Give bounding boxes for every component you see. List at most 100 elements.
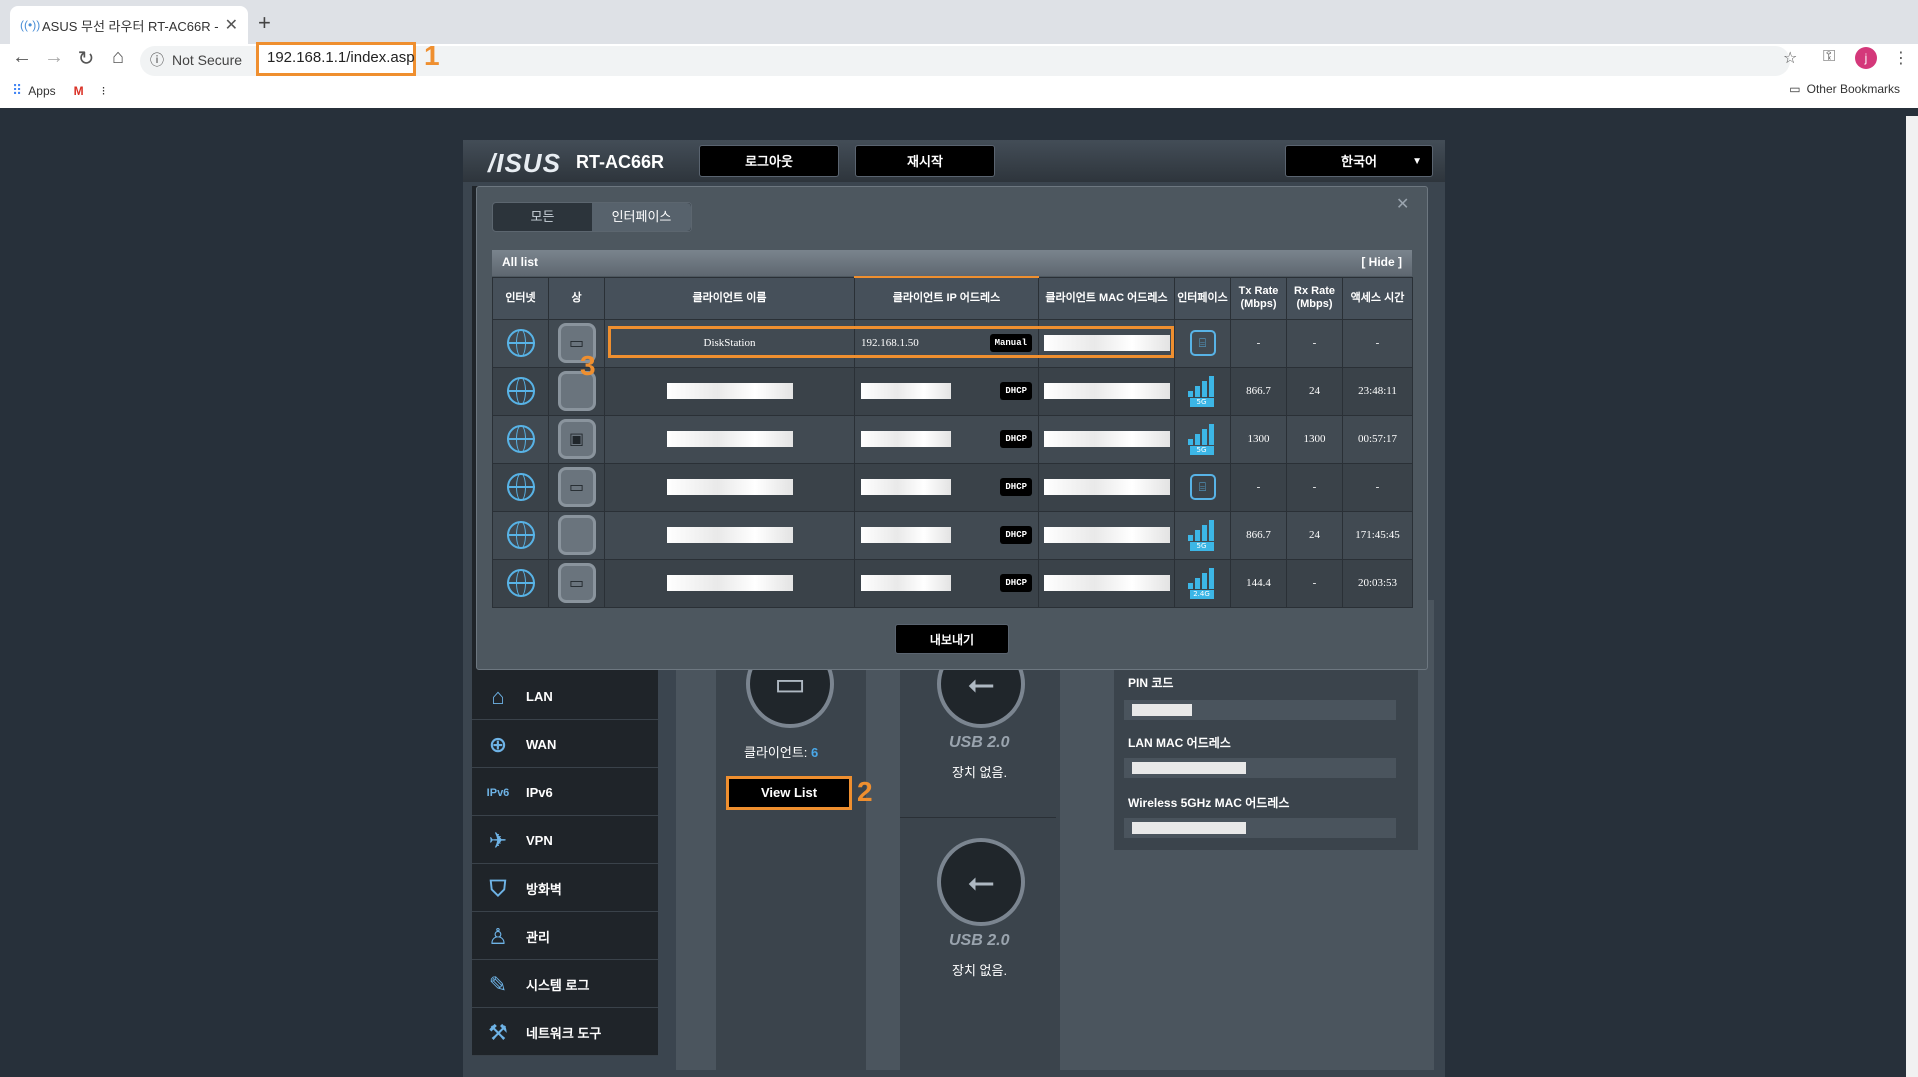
- bookmark-apps[interactable]: Apps: [28, 84, 55, 98]
- pin-code-value: [1132, 704, 1192, 716]
- ip-cell: DHCP: [854, 414, 1039, 464]
- client-name[interactable]: [604, 510, 855, 560]
- home-icon[interactable]: ⌂: [104, 46, 132, 69]
- bookmark-icon[interactable]: ⁝: [102, 84, 106, 98]
- avatar[interactable]: j: [1855, 47, 1877, 69]
- client-name[interactable]: [604, 558, 855, 608]
- reload-icon[interactable]: ↻: [72, 46, 100, 71]
- close-tab-icon[interactable]: ✕: [225, 15, 238, 35]
- language-select[interactable]: 한국어 ▼: [1285, 145, 1433, 177]
- column-header[interactable]: 액세스 시간: [1342, 276, 1413, 320]
- tab-interface[interactable]: 인터페이스: [592, 203, 691, 231]
- client-name[interactable]: [604, 462, 855, 512]
- lan-mac-label: LAN MAC 어드레스: [1128, 736, 1231, 750]
- sidebar-item-network-tools[interactable]: ⚒ 네트워크 도구: [472, 1010, 658, 1056]
- globe-icon[interactable]: [506, 521, 535, 549]
- table-row[interactable]: ▭ DHCP ⌸ - - -: [492, 462, 1413, 512]
- internet-cell: [492, 318, 549, 368]
- sidebar-item-admin[interactable]: ♙ 관리: [472, 914, 658, 960]
- table-row[interactable]: DHCP 5G 866.7 24 171:45:45: [492, 510, 1413, 560]
- other-bookmarks[interactable]: ▭ Other Bookmarks: [1789, 82, 1900, 96]
- hide-link[interactable]: [ Hide ]: [1361, 255, 1402, 271]
- forward-icon[interactable]: →: [40, 46, 68, 69]
- client-name[interactable]: [604, 414, 855, 464]
- globe-icon[interactable]: [506, 473, 535, 501]
- usb-divider: [900, 817, 1056, 818]
- sidebar-item-firewall[interactable]: ⛉ 방화벽: [472, 866, 658, 912]
- laptop-icon[interactable]: ▭: [557, 563, 596, 603]
- key-icon[interactable]: ⚿: [1823, 48, 1835, 66]
- pin-code-label: PIN 코드: [1128, 676, 1174, 690]
- usb-icon[interactable]: ⭠: [937, 838, 1025, 926]
- sidebar-item-ipv6[interactable]: IPv6 IPv6: [472, 770, 658, 816]
- globe-icon: ⊕: [488, 731, 508, 757]
- column-header[interactable]: Tx Rate (Mbps): [1230, 276, 1287, 320]
- laptop-icon[interactable]: ▭: [557, 467, 596, 507]
- sidebar-item-lan[interactable]: ⌂ LAN: [472, 674, 658, 720]
- wifi-favicon-icon: ((•)): [20, 18, 41, 32]
- highlight-box-diskstation: [608, 326, 1174, 358]
- name-redacted: [666, 479, 793, 495]
- sidebar-label: 관리: [526, 930, 550, 945]
- access-time: -: [1342, 462, 1413, 512]
- star-icon[interactable]: ☆: [1783, 48, 1797, 68]
- usb2-label: USB 2.0: [949, 932, 1010, 949]
- column-header[interactable]: Rx Rate (Mbps): [1286, 276, 1343, 320]
- reboot-button[interactable]: 재시작: [855, 145, 995, 177]
- url-text[interactable]: 192.168.1.1/index.asp: [256, 42, 416, 76]
- scrollbar[interactable]: [1906, 116, 1918, 1077]
- column-header[interactable]: 클라이언트 이름: [604, 276, 855, 320]
- ip-type-badge: DHCP: [1000, 430, 1032, 448]
- security-indicator[interactable]: ⓘ Not Secure: [150, 50, 242, 70]
- interface-cell: ⌸: [1174, 318, 1231, 368]
- export-button[interactable]: 내보내기: [895, 624, 1009, 654]
- table-row[interactable]: ▣ DHCP 5G 1300 1300 00:57:17: [492, 414, 1413, 464]
- globe-icon[interactable]: [506, 329, 535, 357]
- new-tab-button[interactable]: +: [258, 10, 271, 36]
- gmail-icon[interactable]: M: [74, 84, 84, 98]
- wired-icon: ⌸: [1189, 474, 1216, 500]
- mac-cell: [1038, 366, 1175, 416]
- wifi-signal-icon: 5G: [1187, 375, 1218, 407]
- column-header[interactable]: 인터넷: [492, 276, 549, 320]
- menu-icon[interactable]: ⋮: [1893, 48, 1909, 68]
- sidebar-item-wan[interactable]: ⊕ WAN: [472, 722, 658, 768]
- view-list-button[interactable]: View List: [726, 776, 852, 810]
- column-header[interactable]: 상: [548, 276, 605, 320]
- close-icon[interactable]: ✕: [1396, 194, 1409, 214]
- clients-count: 클라이언트: 6: [744, 742, 818, 761]
- mac-cell: [1038, 414, 1175, 464]
- table-row[interactable]: ▭ DHCP 2.4G 144.4 - 20:03:53: [492, 558, 1413, 608]
- column-header[interactable]: 클라이언트 MAC 어드레스: [1038, 276, 1175, 320]
- ip-redacted: [861, 479, 951, 495]
- access-time: 23:48:11: [1342, 366, 1413, 416]
- log-icon: ✎: [488, 971, 508, 997]
- sidebar-label: WAN: [526, 737, 557, 752]
- globe-icon[interactable]: [506, 377, 535, 405]
- column-header[interactable]: 클라이언트 IP 어드레스: [854, 276, 1039, 320]
- interface-cell: 2.4G: [1174, 558, 1231, 608]
- back-icon[interactable]: ←: [8, 46, 36, 69]
- tx-rate: 144.4: [1230, 558, 1287, 608]
- rx-rate: 24: [1286, 510, 1343, 560]
- apple-device-icon[interactable]: [557, 515, 596, 555]
- globe-icon[interactable]: [506, 569, 535, 597]
- mac-cell: [1038, 510, 1175, 560]
- sidebar-item-vpn[interactable]: ✈ VPN: [472, 818, 658, 864]
- sidebar-item-system-log[interactable]: ✎ 시스템 로그: [472, 962, 658, 1008]
- column-header[interactable]: 인터페이스: [1174, 276, 1231, 320]
- tab-all[interactable]: 모든: [493, 203, 592, 231]
- client-name[interactable]: [604, 366, 855, 416]
- apps-icon[interactable]: ⠿: [12, 82, 22, 99]
- mac-cell: [1038, 462, 1175, 512]
- browser-tab[interactable]: ((•)) ASUS 무선 라우터 RT-AC66R - U ✕: [10, 6, 248, 44]
- access-time: 171:45:45: [1342, 510, 1413, 560]
- device-cell: [548, 366, 605, 416]
- wireless-mac-label: Wireless 5GHz MAC 어드레스: [1128, 796, 1290, 810]
- table-row[interactable]: DHCP 5G 866.7 24 23:48:11: [492, 366, 1413, 416]
- rx-rate: 24: [1286, 366, 1343, 416]
- globe-icon[interactable]: [506, 425, 535, 453]
- apple-tv-icon[interactable]: ▣: [557, 419, 596, 459]
- device-cell: ▣: [548, 414, 605, 464]
- logout-button[interactable]: 로그아웃: [699, 145, 839, 177]
